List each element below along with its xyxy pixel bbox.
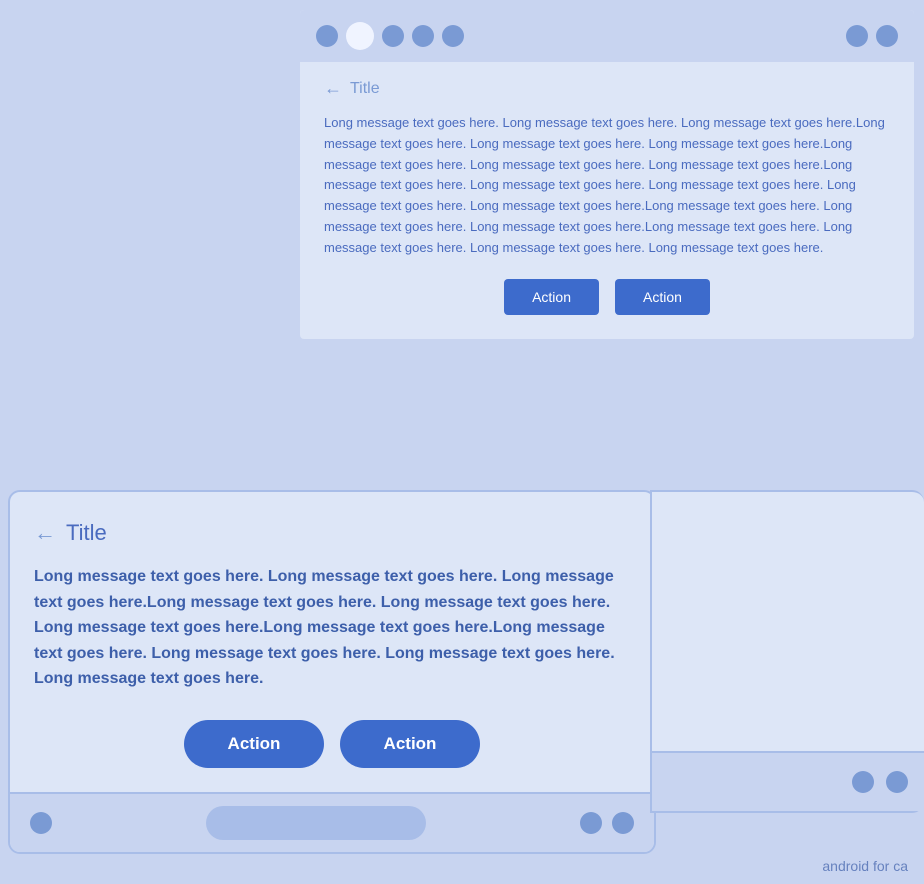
nav-dot-2-white [346,22,374,50]
bottom-message-text: Long message text goes here. Long messag… [34,564,630,692]
top-nav-dots-left [316,22,464,50]
bottom-action-button-2[interactable]: Action [340,720,480,768]
mobile-nav-dots-right [580,812,634,834]
top-title-row: ← Title [324,78,890,99]
watermark: android for ca [822,858,908,874]
nav-dot-1 [316,25,338,47]
nav-dot-3 [382,25,404,47]
top-nav-bar [300,10,914,62]
right-partial-card [650,490,924,813]
top-message-text: Long message text goes here. Long messag… [324,113,890,259]
top-action-button-1[interactable]: Action [504,279,599,315]
right-nav-dot-2 [886,771,908,793]
mobile-nav-dot-right-1 [580,812,602,834]
top-inner: ← Title Long message text goes here. Lon… [300,62,914,339]
bottom-back-arrow-icon[interactable]: ← [34,520,56,546]
top-button-row: Action Action [324,279,890,315]
mobile-nav-dot-left [30,812,52,834]
mobile-nav-pill[interactable] [206,806,426,840]
top-action-button-2[interactable]: Action [615,279,710,315]
nav-dot-5 [442,25,464,47]
right-partial-nav [652,751,924,811]
mobile-nav-dot-right-2 [612,812,634,834]
right-nav-dot-1 [852,771,874,793]
bottom-action-button-1[interactable]: Action [184,720,324,768]
nav-dot-right-2 [876,25,898,47]
top-back-arrow-icon[interactable]: ← [324,78,342,99]
bottom-title-text: Title [66,520,107,546]
nav-dot-right-1 [846,25,868,47]
nav-dot-4 [412,25,434,47]
mobile-bottom-nav [10,792,654,852]
top-card: ← Title Long message text goes here. Lon… [300,10,914,339]
top-title-text: Title [350,80,380,98]
bottom-inner: ← Title Long message text goes here. Lon… [10,492,654,792]
top-nav-dots-right [846,25,898,47]
bottom-title-row: ← Title [34,520,630,546]
bottom-button-row: Action Action [34,720,630,768]
bottom-card: ← Title Long message text goes here. Lon… [8,490,656,854]
